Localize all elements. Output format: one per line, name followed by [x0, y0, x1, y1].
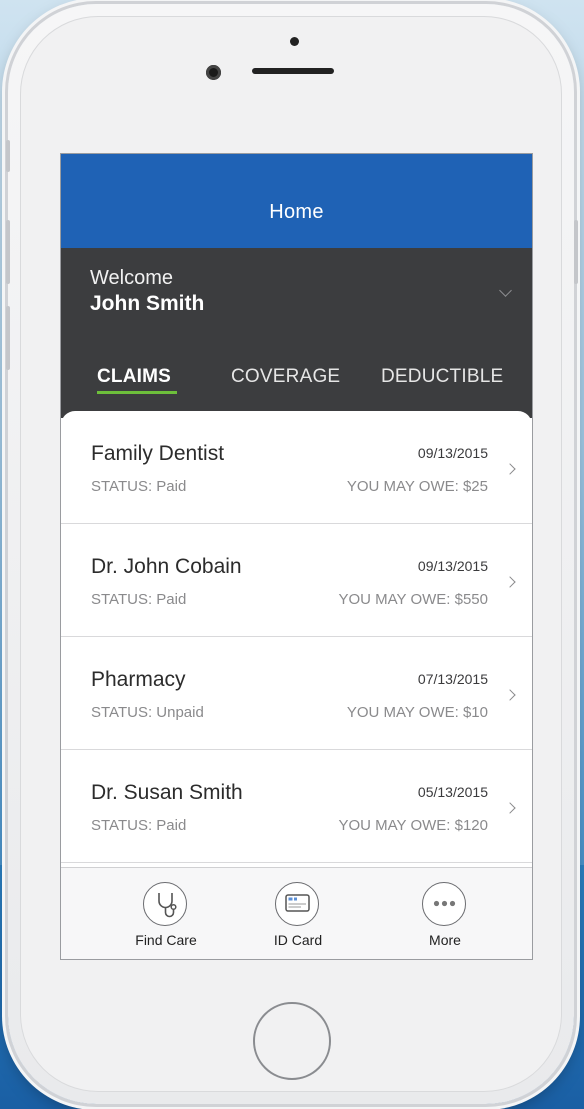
claim-status: STATUS: Paid: [91, 817, 187, 834]
claim-status: STATUS: Unpaid: [91, 704, 204, 721]
claim-provider-name: Family Dentist: [91, 442, 225, 465]
tab-coverage[interactable]: COVERAGE: [231, 366, 340, 388]
claim-row[interactable]: Dr. John Cobain STATUS: Paid 09/13/2015 …: [61, 524, 532, 637]
chevron-right-icon: [504, 802, 516, 814]
bottom-nav: Find Care ID Card More: [61, 867, 532, 959]
chevron-right-icon: [504, 463, 516, 475]
claim-row[interactable]: Family Dentist STATUS: Paid 09/13/2015 Y…: [61, 411, 532, 524]
claim-provider-name: Dr. John Cobain: [91, 555, 242, 578]
proximity-sensor: [290, 37, 299, 46]
nav-label: ID Card: [273, 932, 323, 948]
more-dots-icon[interactable]: [422, 882, 466, 926]
id-card-icon[interactable]: [275, 882, 319, 926]
welcome-panel[interactable]: Welcome John Smith: [61, 248, 532, 338]
claim-provider-name: Pharmacy: [91, 668, 186, 691]
claim-date: 09/13/2015: [417, 445, 488, 461]
claim-provider-name: Dr. Susan Smith: [91, 781, 243, 804]
tab-claims[interactable]: CLAIMS: [97, 366, 171, 388]
claim-date: 09/13/2015: [417, 558, 488, 574]
power-button: [574, 220, 578, 284]
claim-row[interactable]: Dr. Susan Smith STATUS: Paid 05/13/2015 …: [61, 750, 532, 863]
chevron-down-icon[interactable]: [499, 284, 512, 297]
nav-id-card[interactable]: ID Card: [243, 868, 353, 959]
chevron-right-icon: [504, 576, 516, 588]
claim-amount-owed: YOU MAY OWE: $25: [346, 478, 488, 495]
front-camera: [206, 65, 221, 80]
tab-deductible[interactable]: DEDUCTIBLE: [381, 366, 503, 388]
volume-down-button: [6, 306, 10, 370]
app-screen: Home Welcome John Smith CLAIMS COVERAGE …: [61, 154, 532, 959]
claim-date: 05/13/2015: [417, 784, 488, 800]
claim-row[interactable]: Pharmacy STATUS: Unpaid 07/13/2015 YOU M…: [61, 637, 532, 750]
earpiece-speaker: [252, 68, 334, 74]
welcome-label: Welcome: [90, 267, 173, 289]
app-header: Home: [61, 154, 532, 248]
claim-amount-owed: YOU MAY OWE: $120: [338, 817, 489, 834]
nav-label: More: [429, 932, 461, 948]
chevron-right-icon: [504, 689, 516, 701]
claim-status: STATUS: Paid: [91, 591, 187, 608]
active-tab-indicator: [97, 391, 177, 394]
claims-list: Family Dentist STATUS: Paid 09/13/2015 Y…: [61, 411, 532, 881]
volume-up-button: [6, 220, 10, 284]
claim-amount-owed: YOU MAY OWE: $550: [338, 591, 489, 608]
nav-more[interactable]: More: [390, 868, 500, 959]
page-title: Home: [269, 201, 324, 223]
mute-switch: [6, 140, 10, 172]
claim-status: STATUS: Paid: [91, 478, 187, 495]
nav-find-care[interactable]: Find Care: [111, 868, 221, 959]
tab-bar: CLAIMS COVERAGE DEDUCTIBLE: [61, 338, 532, 418]
claim-amount-owed: YOU MAY OWE: $10: [346, 704, 488, 721]
user-name: John Smith: [90, 292, 205, 315]
nav-label: Find Care: [135, 932, 197, 948]
claim-date: 07/13/2015: [417, 671, 488, 687]
home-button[interactable]: [253, 1002, 331, 1080]
stethoscope-icon[interactable]: [143, 882, 187, 926]
